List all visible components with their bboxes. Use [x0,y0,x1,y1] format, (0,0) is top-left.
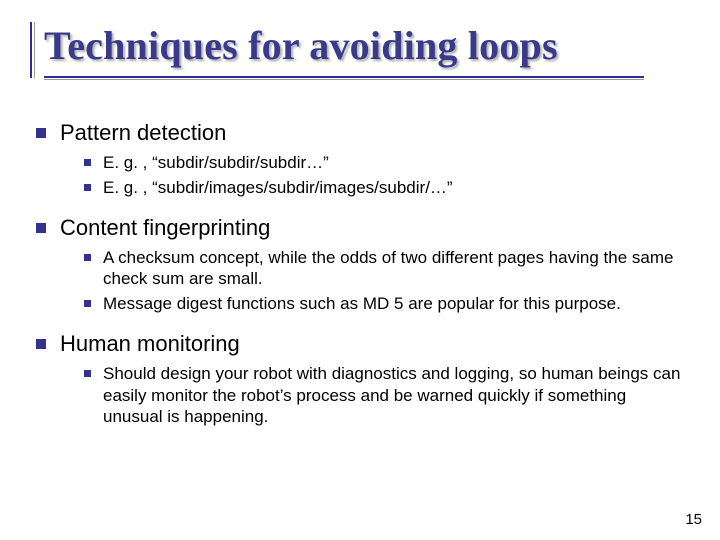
bullet-level2: E. g. , “subdir/images/subdir/images/sub… [84,177,690,199]
square-bullet-icon [84,159,91,166]
bullet-level2: Should design your robot with diagnostic… [84,363,690,428]
section-heading: Content fingerprinting [60,215,690,241]
section-human-monitoring: Human monitoring Should design your robo… [36,331,690,428]
list-item: Message digest functions such as MD 5 ar… [103,293,690,315]
list-item: Should design your robot with diagnostic… [103,363,690,428]
bullet-level2: E. g. , “subdir/subdir/subdir…” [84,152,690,174]
square-bullet-icon [84,184,91,191]
bullet-level2: Message digest functions such as MD 5 ar… [84,293,690,315]
slide: Techniques for avoiding loops Pattern de… [0,0,720,540]
square-bullet-icon [36,128,46,138]
slide-title: Techniques for avoiding loops [44,22,700,69]
title-side-accent [30,22,36,78]
bullet-level1: Content fingerprinting [36,215,690,241]
list-item: E. g. , “subdir/subdir/subdir…” [103,152,690,174]
square-bullet-icon [84,370,91,377]
square-bullet-icon [84,254,91,261]
section-heading: Human monitoring [60,331,690,357]
square-bullet-icon [36,339,46,349]
slide-body: Pattern detection E. g. , “subdir/subdir… [36,110,690,444]
section-content-fingerprinting: Content fingerprinting A checksum concep… [36,215,690,315]
bullet-level2: A checksum concept, while the odds of tw… [84,247,690,291]
bullet-level1: Pattern detection [36,120,690,146]
list-item: A checksum concept, while the odds of tw… [103,247,690,291]
section-pattern-detection: Pattern detection E. g. , “subdir/subdir… [36,120,690,199]
square-bullet-icon [36,223,46,233]
list-item: E. g. , “subdir/images/subdir/images/sub… [103,177,690,199]
section-heading: Pattern detection [60,120,690,146]
bullet-level1: Human monitoring [36,331,690,357]
title-container: Techniques for avoiding loops [44,22,700,69]
title-underline [44,76,644,80]
page-number: 15 [685,511,702,528]
square-bullet-icon [84,300,91,307]
